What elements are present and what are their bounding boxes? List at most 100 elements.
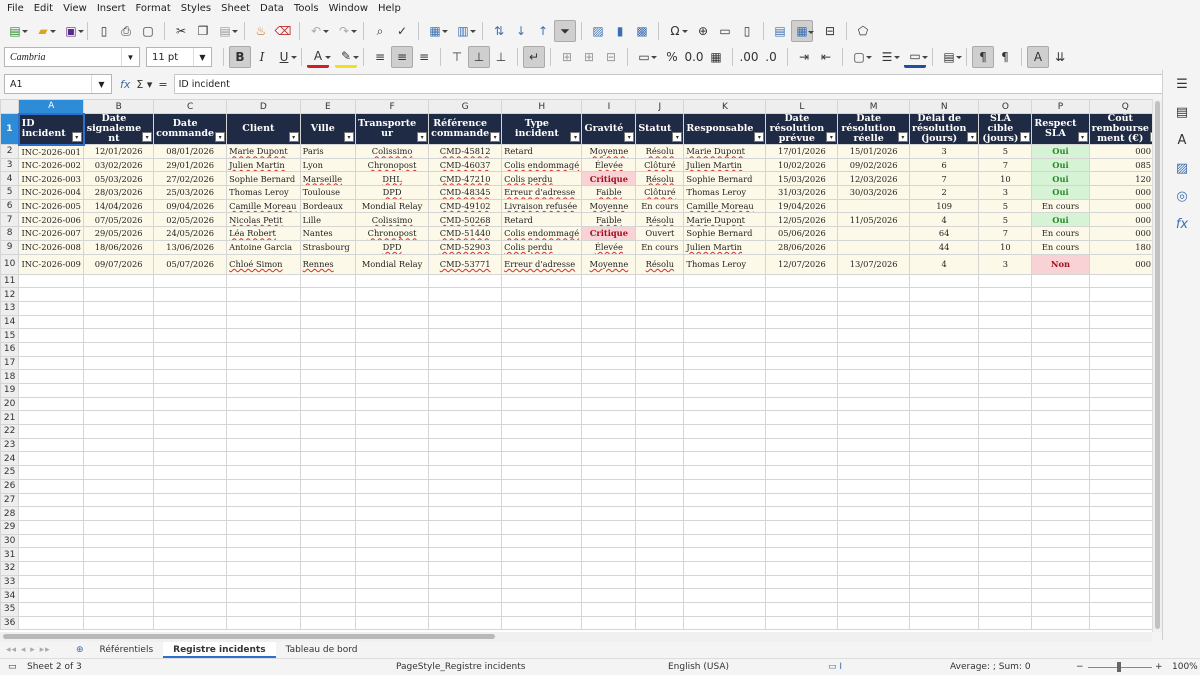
- table-cell[interactable]: INC-2026-008: [18, 239, 85, 255]
- row-header[interactable]: 18: [0, 369, 20, 384]
- table-cell[interactable]: [428, 287, 503, 302]
- table-cell[interactable]: [765, 560, 839, 576]
- table-cell[interactable]: [837, 424, 910, 439]
- table-cell[interactable]: [978, 602, 1033, 617]
- sort-descending-icon[interactable]: ↑: [532, 20, 554, 42]
- table-cell[interactable]: 120 €: [1088, 171, 1162, 187]
- table-cell[interactable]: Thomas Leroy: [226, 185, 301, 200]
- table-cell[interactable]: [226, 574, 301, 590]
- table-header-cell[interactable]: Date résolution réelle ▾: [837, 113, 910, 145]
- table-cell[interactable]: [501, 533, 583, 549]
- filter-dropdown-icon[interactable]: ▾: [624, 132, 635, 142]
- new-icon[interactable]: ▤: [4, 20, 28, 42]
- table-cell[interactable]: [428, 465, 503, 480]
- select-all-corner[interactable]: [0, 99, 20, 114]
- table-cell[interactable]: Paris: [299, 144, 356, 159]
- define-print-area-icon[interactable]: ▤: [769, 20, 791, 42]
- bold-icon[interactable]: B: [229, 46, 251, 68]
- draw-functions-icon[interactable]: ⬠: [852, 20, 874, 42]
- table-cell[interactable]: [153, 506, 228, 521]
- table-cell[interactable]: [299, 341, 356, 357]
- table-cell[interactable]: [581, 410, 637, 426]
- filter-dropdown-icon[interactable]: ▾: [570, 132, 581, 142]
- column-header[interactable]: H: [501, 99, 583, 114]
- table-cell[interactable]: [837, 560, 910, 576]
- scroll-thumb[interactable]: [3, 634, 495, 639]
- table-cell[interactable]: [635, 451, 685, 467]
- table-cell[interactable]: 7: [978, 157, 1033, 173]
- table-cell[interactable]: [18, 478, 85, 494]
- status-page-style[interactable]: PageStyle_Registre incidents: [396, 662, 525, 672]
- chevron-down-icon[interactable]: ▼: [121, 48, 139, 66]
- table-cell[interactable]: [908, 410, 980, 426]
- sheet-tab[interactable]: Référentiels: [90, 642, 164, 658]
- table-cell[interactable]: Colis endommagé: [501, 157, 583, 173]
- table-cell[interactable]: [226, 519, 301, 535]
- table-cell[interactable]: [683, 451, 767, 467]
- table-cell[interactable]: [428, 424, 503, 439]
- table-cell[interactable]: [765, 588, 839, 603]
- table-cell[interactable]: [153, 341, 228, 357]
- table-cell[interactable]: [83, 560, 155, 576]
- table-cell[interactable]: [226, 273, 301, 289]
- column-header[interactable]: J: [635, 99, 685, 114]
- row-header[interactable]: 20: [0, 396, 20, 412]
- table-cell[interactable]: [501, 396, 583, 412]
- table-cell[interactable]: En cours: [1031, 226, 1090, 241]
- table-cell[interactable]: CMD-49102: [428, 198, 503, 214]
- table-cell[interactable]: [153, 615, 228, 631]
- table-cell[interactable]: [18, 287, 85, 302]
- table-cell[interactable]: [428, 341, 503, 357]
- table-cell[interactable]: 05/06/2026: [765, 226, 839, 241]
- table-header-cell[interactable]: Statut ▾: [635, 113, 685, 145]
- table-cell[interactable]: 000 €: [1088, 185, 1162, 200]
- table-cell[interactable]: Colis perdu: [501, 239, 583, 255]
- column-header[interactable]: M: [837, 99, 910, 114]
- add-decimal-icon[interactable]: .00: [738, 46, 760, 68]
- table-cell[interactable]: En cours: [1031, 198, 1090, 214]
- font-color-icon[interactable]: A: [307, 46, 331, 68]
- table-cell[interactable]: [83, 519, 155, 535]
- table-cell[interactable]: [1031, 396, 1090, 412]
- table-cell[interactable]: [908, 615, 980, 631]
- table-cell[interactable]: [908, 355, 980, 371]
- table-cell[interactable]: [581, 451, 637, 467]
- table-cell[interactable]: [683, 588, 767, 603]
- table-cell[interactable]: [635, 383, 685, 398]
- table-cell[interactable]: Toulouse: [299, 185, 356, 200]
- table-cell[interactable]: [837, 547, 910, 562]
- table-cell[interactable]: [837, 492, 910, 508]
- table-cell[interactable]: [837, 396, 910, 412]
- align-right-icon[interactable]: ≡: [413, 46, 435, 68]
- filter-dropdown-icon[interactable]: ▾: [897, 132, 908, 142]
- table-cell[interactable]: 2: [908, 185, 980, 200]
- row-header[interactable]: 7: [0, 212, 20, 228]
- table-cell[interactable]: [1088, 396, 1162, 412]
- table-cell[interactable]: [908, 287, 980, 302]
- table-cell[interactable]: [908, 465, 980, 480]
- hyperlink-icon[interactable]: ⊕: [692, 20, 714, 42]
- table-cell[interactable]: [428, 300, 503, 316]
- table-cell[interactable]: Mondial Relay: [354, 253, 430, 275]
- table-cell[interactable]: [428, 273, 503, 289]
- table-cell[interactable]: 24/05/2026: [153, 226, 228, 241]
- table-cell[interactable]: [428, 437, 503, 453]
- table-cell[interactable]: CMD-47210: [428, 171, 503, 187]
- table-cell[interactable]: [299, 478, 356, 494]
- table-cell[interactable]: [978, 341, 1033, 357]
- border-style-icon[interactable]: ☰: [876, 46, 900, 68]
- table-cell[interactable]: [226, 287, 301, 302]
- table-cell[interactable]: Faible: [581, 185, 637, 200]
- table-cell[interactable]: [581, 369, 637, 384]
- table-cell[interactable]: [83, 437, 155, 453]
- table-cell[interactable]: 25/03/2026: [153, 185, 228, 200]
- table-cell[interactable]: [226, 451, 301, 467]
- table-cell[interactable]: [837, 383, 910, 398]
- formula-icon[interactable]: =: [158, 78, 167, 91]
- table-cell[interactable]: [501, 383, 583, 398]
- table-cell[interactable]: Oui: [1031, 157, 1090, 173]
- table-cell[interactable]: [299, 328, 356, 343]
- table-cell[interactable]: [908, 314, 980, 330]
- table-cell[interactable]: 29/01/2026: [153, 157, 228, 173]
- table-cell[interactable]: [908, 383, 980, 398]
